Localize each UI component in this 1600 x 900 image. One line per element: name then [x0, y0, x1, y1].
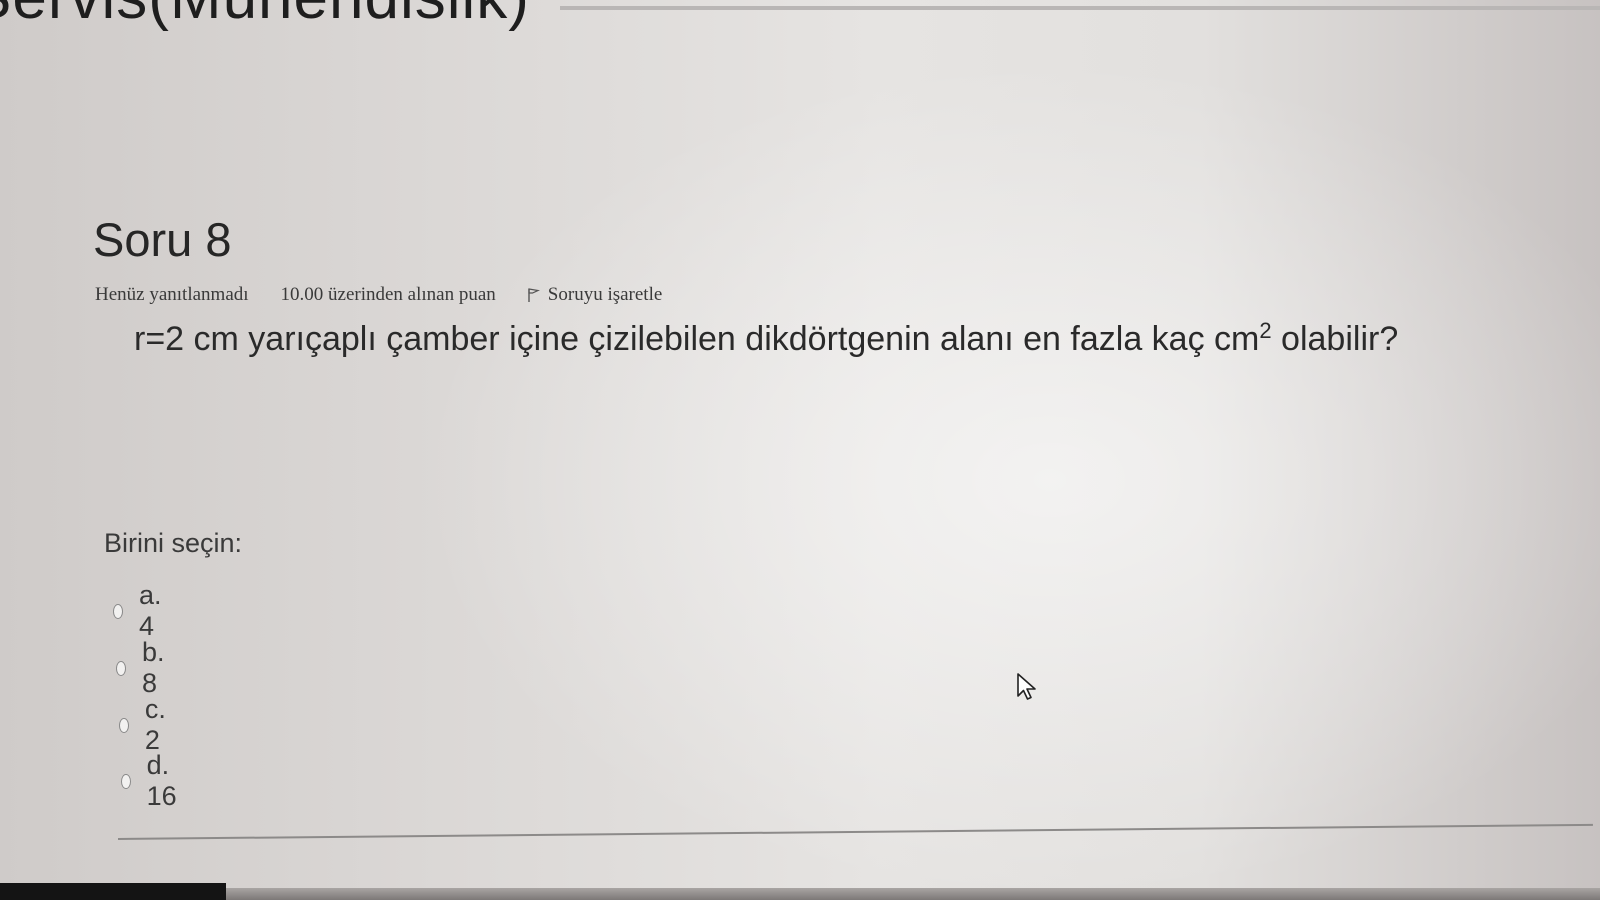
- question-text: r=2 cm yarıçaplı çamber içine çizilebile…: [134, 318, 1398, 359]
- question-text-end: olabilir?: [1271, 320, 1399, 358]
- flag-question-label: Soruyu işaretle: [547, 284, 663, 305]
- answer-prompt: Birini seçin:: [104, 528, 243, 558]
- question-status: Henüz yanıtlanmadı: [95, 284, 249, 305]
- bottom-edge: [226, 888, 1600, 900]
- bottom-bar: [0, 883, 226, 900]
- flag-question-link[interactable]: Soruyu işaretle: [526, 284, 663, 306]
- answer-option-b[interactable]: b. 8: [116, 637, 170, 699]
- answer-option-a[interactable]: a. 4: [113, 580, 167, 642]
- answer-option-label: c. 2: [144, 694, 166, 755]
- mouse-pointer-icon: [1017, 673, 1036, 700]
- question-points: 10.00 üzerinden alınan puan: [280, 284, 496, 305]
- answer-option-c[interactable]: c. 2: [119, 694, 171, 756]
- radio-icon[interactable]: [119, 717, 129, 733]
- flag-icon: [528, 288, 540, 302]
- question-text-superscript: 2: [1259, 318, 1272, 343]
- question-divider: [117, 823, 1593, 840]
- radio-icon[interactable]: [121, 773, 131, 789]
- answer-option-label: b. 8: [141, 637, 165, 698]
- answer-option-label: a. 4: [138, 580, 162, 641]
- answer-option-d[interactable]: d. 16: [121, 750, 182, 812]
- question-text-main: r=2 cm yarıçaplı çamber içine çizilebile…: [134, 320, 1260, 358]
- radio-icon[interactable]: [113, 603, 123, 619]
- question-info: Henüz yanıtlanmadı 10.00 üzerinden alına…: [95, 284, 662, 306]
- answer-option-label: d. 16: [146, 750, 177, 811]
- course-title: Servis(Mühendislik): [0, 0, 530, 33]
- radio-icon[interactable]: [116, 660, 126, 676]
- question-number: Soru 8: [93, 213, 232, 266]
- header-divider: [560, 6, 1600, 10]
